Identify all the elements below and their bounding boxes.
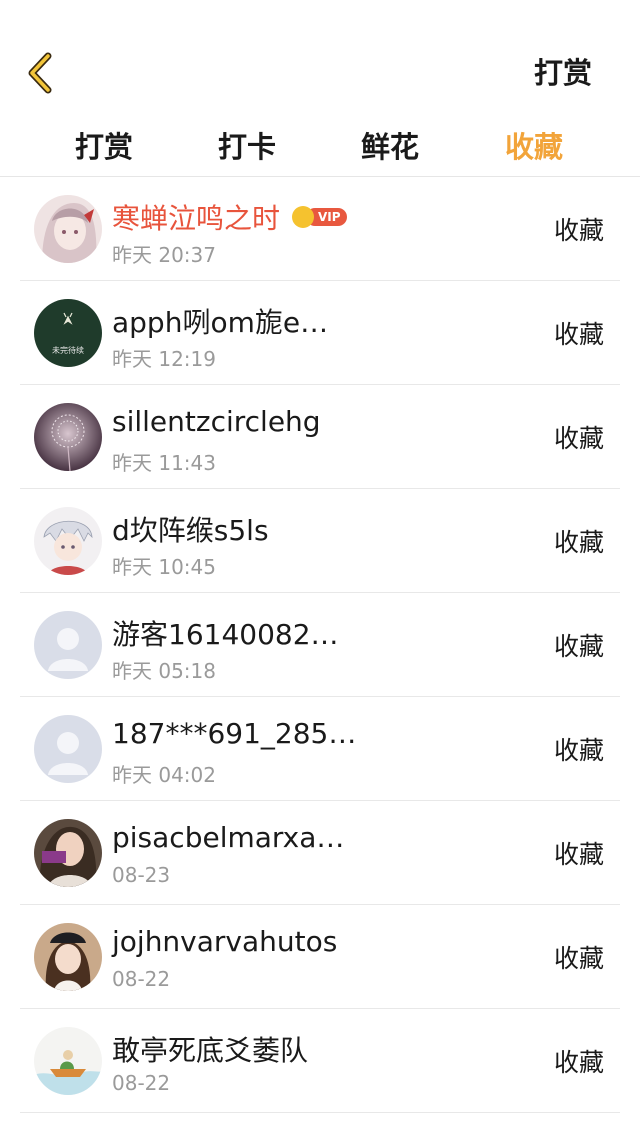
user-avatar[interactable] <box>34 819 102 887</box>
tab-checkin[interactable]: 打卡 <box>218 124 276 166</box>
list-item: 寒蝉泣鸣之时 VIP 昨天 20:37 收藏 <box>0 177 640 281</box>
user-avatar[interactable] <box>34 1027 102 1095</box>
collect-button[interactable]: 收藏 <box>554 523 604 559</box>
collect-button[interactable]: 收藏 <box>554 419 604 455</box>
user-name[interactable]: 寒蝉泣鸣之时 <box>112 197 280 237</box>
anime-girl-avatar-icon <box>34 195 102 263</box>
chevron-left-icon <box>28 52 52 94</box>
item-time: 08-23 <box>112 863 171 887</box>
list-item: pisacbelmarxa… 08-23 收藏 <box>0 801 640 905</box>
item-time: 昨天 10:45 <box>112 555 216 579</box>
collect-button[interactable]: 收藏 <box>554 627 604 663</box>
default-user-avatar-icon <box>34 611 102 679</box>
user-name[interactable]: jojhnvarvahutos <box>112 925 337 958</box>
user-name[interactable]: apph咧om旎e… <box>112 301 328 341</box>
user-name[interactable]: d坎阵缑s5ls <box>112 509 269 549</box>
user-name[interactable]: pisacbelmarxa… <box>112 821 344 854</box>
user-avatar[interactable] <box>34 611 102 679</box>
list-item: d坎阵缑s5ls 昨天 10:45 收藏 <box>0 489 640 593</box>
user-name[interactable]: 187***691_285… <box>112 717 356 750</box>
user-avatar[interactable] <box>34 923 102 991</box>
item-time: 昨天 20:37 <box>112 243 216 267</box>
item-time: 昨天 11:43 <box>112 451 216 475</box>
favorites-list: 寒蝉泣鸣之时 VIP 昨天 20:37 收藏 未完待续 apph咧om旎e… 昨… <box>0 177 640 1113</box>
list-item: sillentzcirclehg 昨天 11:43 收藏 <box>0 385 640 489</box>
item-time: 昨天 05:18 <box>112 659 216 683</box>
user-avatar[interactable] <box>34 715 102 783</box>
dandelion-avatar-icon <box>34 403 102 471</box>
tab-reward[interactable]: 打赏 <box>75 124 133 166</box>
user-name[interactable]: 敢亭死底爻萎队 <box>112 1029 308 1069</box>
item-time: 昨天 12:19 <box>112 347 216 371</box>
default-user-avatar-icon <box>34 715 102 783</box>
collect-button[interactable]: 收藏 <box>554 835 604 871</box>
tab-bar: 打赏 打卡 鲜花 收藏 <box>0 110 640 176</box>
vip-badge: VIP <box>292 206 347 228</box>
back-button[interactable] <box>22 50 62 96</box>
boat-illustration-avatar-icon <box>34 1027 102 1095</box>
list-item: 187***691_285… 昨天 04:02 收藏 <box>0 697 640 801</box>
anime-boy-avatar-icon <box>34 507 102 575</box>
header-reward-button[interactable]: 打赏 <box>534 50 592 92</box>
tab-favorites[interactable]: 收藏 <box>505 124 563 166</box>
item-time: 08-22 <box>112 1071 171 1095</box>
list-item: 敢亭死底爻萎队 08-22 收藏 <box>0 1009 640 1113</box>
girl-photo-avatar-icon <box>34 819 102 887</box>
user-avatar[interactable]: 未完待续 <box>34 299 102 367</box>
avatar-text: 未完待续 <box>52 345 84 355</box>
collect-button[interactable]: 收藏 <box>554 315 604 351</box>
list-item: jojhnvarvahutos 08-22 收藏 <box>0 905 640 1009</box>
tab-flowers[interactable]: 鲜花 <box>361 124 419 166</box>
user-avatar[interactable] <box>34 195 102 263</box>
header: 打赏 <box>0 0 640 110</box>
user-avatar[interactable] <box>34 403 102 471</box>
crown-icon <box>292 206 315 228</box>
collect-button[interactable]: 收藏 <box>554 1043 604 1079</box>
collect-button[interactable]: 收藏 <box>554 731 604 767</box>
user-avatar[interactable] <box>34 507 102 575</box>
collect-button[interactable]: 收藏 <box>554 211 604 247</box>
list-item: 未完待续 apph咧om旎e… 昨天 12:19 收藏 <box>0 281 640 385</box>
item-time: 昨天 04:02 <box>112 763 216 787</box>
girl-cap-avatar-icon <box>34 923 102 991</box>
item-time: 08-22 <box>112 967 171 991</box>
user-name[interactable]: 游客16140082… <box>112 613 339 653</box>
collect-button[interactable]: 收藏 <box>554 939 604 975</box>
dark-green-avatar-icon: 未完待续 <box>34 299 102 367</box>
list-item: 游客16140082… 昨天 05:18 收藏 <box>0 593 640 697</box>
user-name[interactable]: sillentzcirclehg <box>112 405 321 438</box>
